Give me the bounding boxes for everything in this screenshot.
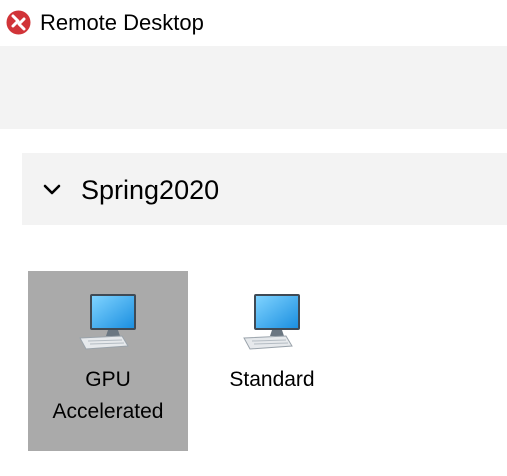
title-bar: Remote Desktop [0,0,507,46]
desktop-computer-icon [79,294,136,350]
desktop-computer-icon [243,294,300,350]
remote-desktop-logo-icon [6,10,31,35]
chevron-down-icon[interactable] [42,179,62,199]
app-title: Remote Desktop [40,10,204,35]
workspace-group-header[interactable]: Spring2020 [22,153,507,225]
resource-label: Standard [229,368,315,391]
resource-label: GPU Accelerated [52,368,164,423]
resource-tile-gpu-accelerated[interactable]: GPU Accelerated [28,271,188,451]
resource-tile-standard[interactable]: Standard [192,271,352,451]
workspace-group-name: Spring2020 [81,175,220,205]
command-bar [0,46,507,129]
